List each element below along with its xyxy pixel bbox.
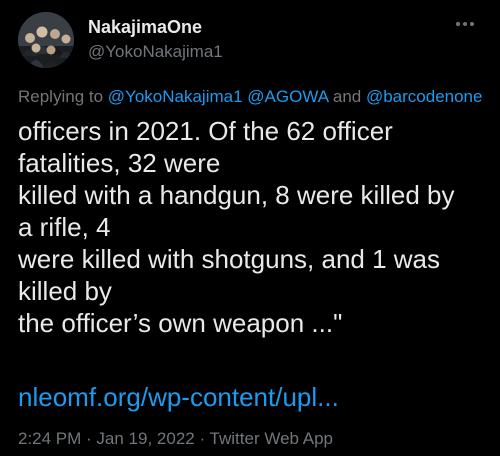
avatar[interactable] (18, 12, 74, 68)
tweet-header: NakajimaOne @YokoNakajima1 (18, 12, 482, 68)
mention-barcodenone[interactable]: @barcodenone (366, 87, 483, 106)
tweet-text-line: officers in 2021. Of the 62 officer (18, 116, 393, 146)
tweet-link[interactable]: nleomf.org/wp-content/upl... (18, 381, 339, 413)
tweet-meta: 2:24 PM · Jan 19, 2022 · Twitter Web App (18, 428, 333, 450)
tweet-text-line: the officer’s own weapon ..." (18, 308, 343, 338)
more-dot (470, 22, 474, 26)
tweet: NakajimaOne @YokoNakajima1 Replying to @… (0, 0, 500, 456)
mention-agowa[interactable]: @AGOWA (247, 87, 328, 106)
meta-separator: · (81, 429, 97, 448)
more-dot (456, 22, 460, 26)
tweet-source[interactable]: Twitter Web App (210, 429, 333, 448)
author-display-name[interactable]: NakajimaOne (88, 16, 223, 38)
group-photo-avatar-icon (18, 12, 74, 68)
tweet-text-line: a rifle, 4 (18, 212, 111, 242)
author-handle[interactable]: @YokoNakajima1 (88, 40, 223, 64)
tweet-date[interactable]: Jan 19, 2022 (96, 429, 194, 448)
tweet-text-line: were killed with shotguns, and 1 was (18, 244, 441, 274)
tweet-text-line: killed by (18, 276, 112, 306)
more-dot (463, 22, 467, 26)
tweet-text-line: killed with a handgun, 8 were killed by (18, 180, 455, 210)
tweet-text: officers in 2021. Of the 62 officer fata… (18, 115, 482, 339)
replying-to: Replying to @YokoNakajima1 @AGOWA and @b… (18, 86, 482, 108)
mention-yokonakajima1[interactable]: @YokoNakajima1 (108, 87, 243, 106)
more-dots-icon[interactable] (448, 14, 482, 34)
replying-prefix: Replying to (18, 87, 108, 106)
tweet-time[interactable]: 2:24 PM (18, 429, 81, 448)
tweet-text-line: fatalities, 32 were (18, 148, 221, 178)
meta-separator: · (194, 429, 210, 448)
author-names: NakajimaOne @YokoNakajima1 (88, 16, 223, 64)
replying-sep: and (328, 87, 366, 106)
